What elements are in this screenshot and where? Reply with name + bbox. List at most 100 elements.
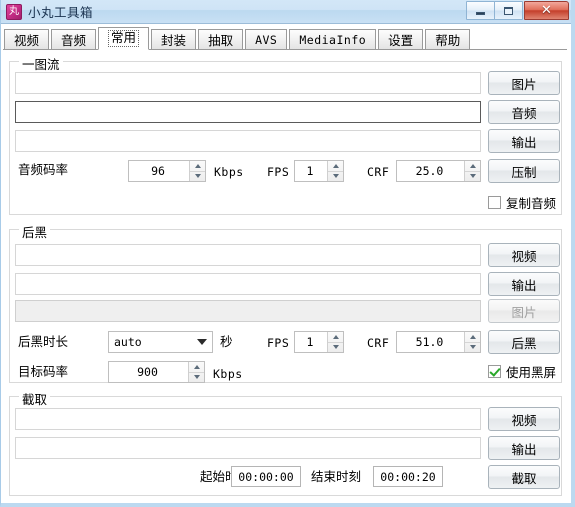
crf-spinner-1[interactable]: 25.0 [396, 160, 481, 182]
black-tail-run-button[interactable]: 后黑 [488, 330, 560, 354]
tab-settings[interactable]: 设置 [378, 29, 423, 50]
tab-label: 帮助 [435, 30, 460, 49]
spinner-up-icon[interactable] [465, 332, 480, 342]
one-image-stream-output-input[interactable] [15, 130, 481, 152]
target-bitrate-spinner[interactable]: 900 [108, 361, 205, 383]
spinner-down-icon[interactable] [190, 172, 205, 182]
end-time-label: 结束时刻 [311, 469, 361, 485]
tab-label: 常用 [108, 30, 139, 47]
audio-bitrate-spinner[interactable]: 96 [128, 160, 206, 182]
crf-spinner-2[interactable]: 51.0 [396, 331, 481, 353]
chevron-down-icon[interactable] [192, 339, 212, 345]
spinner-up-icon[interactable] [189, 362, 204, 372]
audio-bitrate-value: 96 [129, 161, 189, 181]
tab-extract[interactable]: 抽取 [198, 29, 243, 50]
group-black-tail-label: 后黑 [19, 222, 50, 241]
tab-label: 音频 [61, 30, 86, 49]
tab-mediainfo[interactable]: MediaInfo [289, 29, 376, 50]
fps-value-2: 1 [295, 332, 327, 352]
tab-label: 封装 [161, 30, 186, 49]
clip-video-input[interactable] [15, 408, 481, 430]
black-tail-duration-label: 后黑时长 [18, 334, 68, 350]
tab-label: 抽取 [208, 30, 233, 49]
fps-spinner-1[interactable]: 1 [294, 160, 344, 182]
crf-arrows-2[interactable] [464, 332, 480, 352]
checkbox-box [488, 196, 501, 209]
spinner-up-icon[interactable] [328, 161, 343, 171]
seconds-unit-label: 秒 [220, 334, 233, 350]
app-icon: 丸 [6, 4, 22, 20]
black-tail-video-input[interactable] [15, 244, 481, 266]
tab-avs[interactable]: AVS [245, 29, 287, 50]
fps-arrows-1[interactable] [327, 161, 343, 181]
fps-label-2: FPS [267, 335, 289, 351]
target-bitrate-value: 900 [109, 362, 188, 382]
window-title: 小丸工具箱 [28, 2, 93, 21]
black-tail-duration-combo[interactable]: auto [108, 331, 213, 353]
spinner-down-icon[interactable] [328, 343, 343, 353]
black-tail-output-input[interactable] [15, 273, 481, 295]
spinner-up-icon[interactable] [328, 332, 343, 342]
maximize-button[interactable] [494, 1, 523, 20]
one-image-stream-encode-button[interactable]: 压制 [488, 159, 560, 183]
audio-bitrate-arrows[interactable] [189, 161, 205, 181]
tab-help[interactable]: 帮助 [425, 29, 470, 50]
black-tail-image-button: 图片 [488, 299, 560, 323]
tab-common[interactable]: 常用 [98, 27, 149, 50]
target-bitrate-unit: Kbps [213, 366, 243, 382]
spinner-up-icon[interactable] [465, 161, 480, 171]
clip-video-button[interactable]: 视频 [488, 407, 560, 431]
spinner-down-icon[interactable] [328, 172, 343, 182]
fps-arrows-2[interactable] [327, 332, 343, 352]
tab-audio[interactable]: 音频 [51, 29, 96, 50]
use-black-screen-label: 使用黑屏 [506, 362, 556, 381]
crf-arrows-1[interactable] [464, 161, 480, 181]
tab-label: 视频 [14, 30, 39, 49]
close-button[interactable]: ✕ [524, 1, 569, 20]
tab-video[interactable]: 视频 [4, 29, 49, 50]
fps-value-1: 1 [295, 161, 327, 181]
black-tail-output-button[interactable]: 输出 [488, 272, 560, 296]
minimize-icon [476, 12, 485, 15]
one-image-stream-output-button[interactable]: 输出 [488, 129, 560, 153]
crf-label-1: CRF [367, 164, 389, 180]
copy-audio-checkbox[interactable]: 复制音频 [488, 193, 556, 212]
one-image-stream-audio-input[interactable] [15, 101, 481, 123]
minimize-button[interactable] [466, 1, 495, 20]
group-one-image-stream-label: 一图流 [19, 54, 63, 73]
maximize-icon [504, 7, 513, 15]
spinner-down-icon[interactable] [189, 373, 204, 383]
one-image-stream-image-input[interactable] [15, 72, 481, 94]
tab-strip: 视频 音频 常用 封装 抽取 AVS MediaInfo 设置 帮助 [3, 27, 567, 50]
target-bitrate-arrows[interactable] [188, 362, 204, 382]
spinner-up-icon[interactable] [190, 161, 205, 171]
tab-label: 设置 [388, 30, 413, 49]
application-window: 丸 小丸工具箱 ✕ 视频 音频 常用 封装 抽取 AVS MediaInfo 设… [0, 0, 575, 507]
target-bitrate-label: 目标码率 [18, 364, 68, 380]
audio-bitrate-label: 音频码率 [18, 162, 68, 178]
fps-label-1: FPS [267, 164, 289, 180]
crf-label-2: CRF [367, 335, 389, 351]
crf-value-1: 25.0 [397, 161, 464, 181]
audio-bitrate-unit: Kbps [214, 164, 244, 180]
title-bar[interactable]: 丸 小丸工具箱 ✕ [1, 0, 571, 24]
use-black-screen-checkbox[interactable]: 使用黑屏 [488, 362, 556, 381]
spinner-down-icon[interactable] [465, 172, 480, 182]
end-time-field[interactable]: 00:00:20 [373, 466, 443, 487]
copy-audio-label: 复制音频 [506, 193, 556, 212]
clip-output-button[interactable]: 输出 [488, 436, 560, 460]
start-time-field[interactable]: 00:00:00 [231, 466, 301, 487]
clip-output-input[interactable] [15, 437, 481, 459]
tab-label: AVS [255, 33, 277, 47]
tab-mux[interactable]: 封装 [151, 29, 196, 50]
black-tail-video-button[interactable]: 视频 [488, 243, 560, 267]
checkbox-box [488, 365, 501, 378]
one-image-stream-audio-button[interactable]: 音频 [488, 100, 560, 124]
clip-run-button[interactable]: 截取 [488, 465, 560, 489]
spinner-down-icon[interactable] [465, 343, 480, 353]
black-tail-duration-value: auto [109, 335, 192, 349]
group-clip-label: 截取 [19, 389, 50, 408]
one-image-stream-image-button[interactable]: 图片 [488, 71, 560, 95]
fps-spinner-2[interactable]: 1 [294, 331, 344, 353]
crf-value-2: 51.0 [397, 332, 464, 352]
